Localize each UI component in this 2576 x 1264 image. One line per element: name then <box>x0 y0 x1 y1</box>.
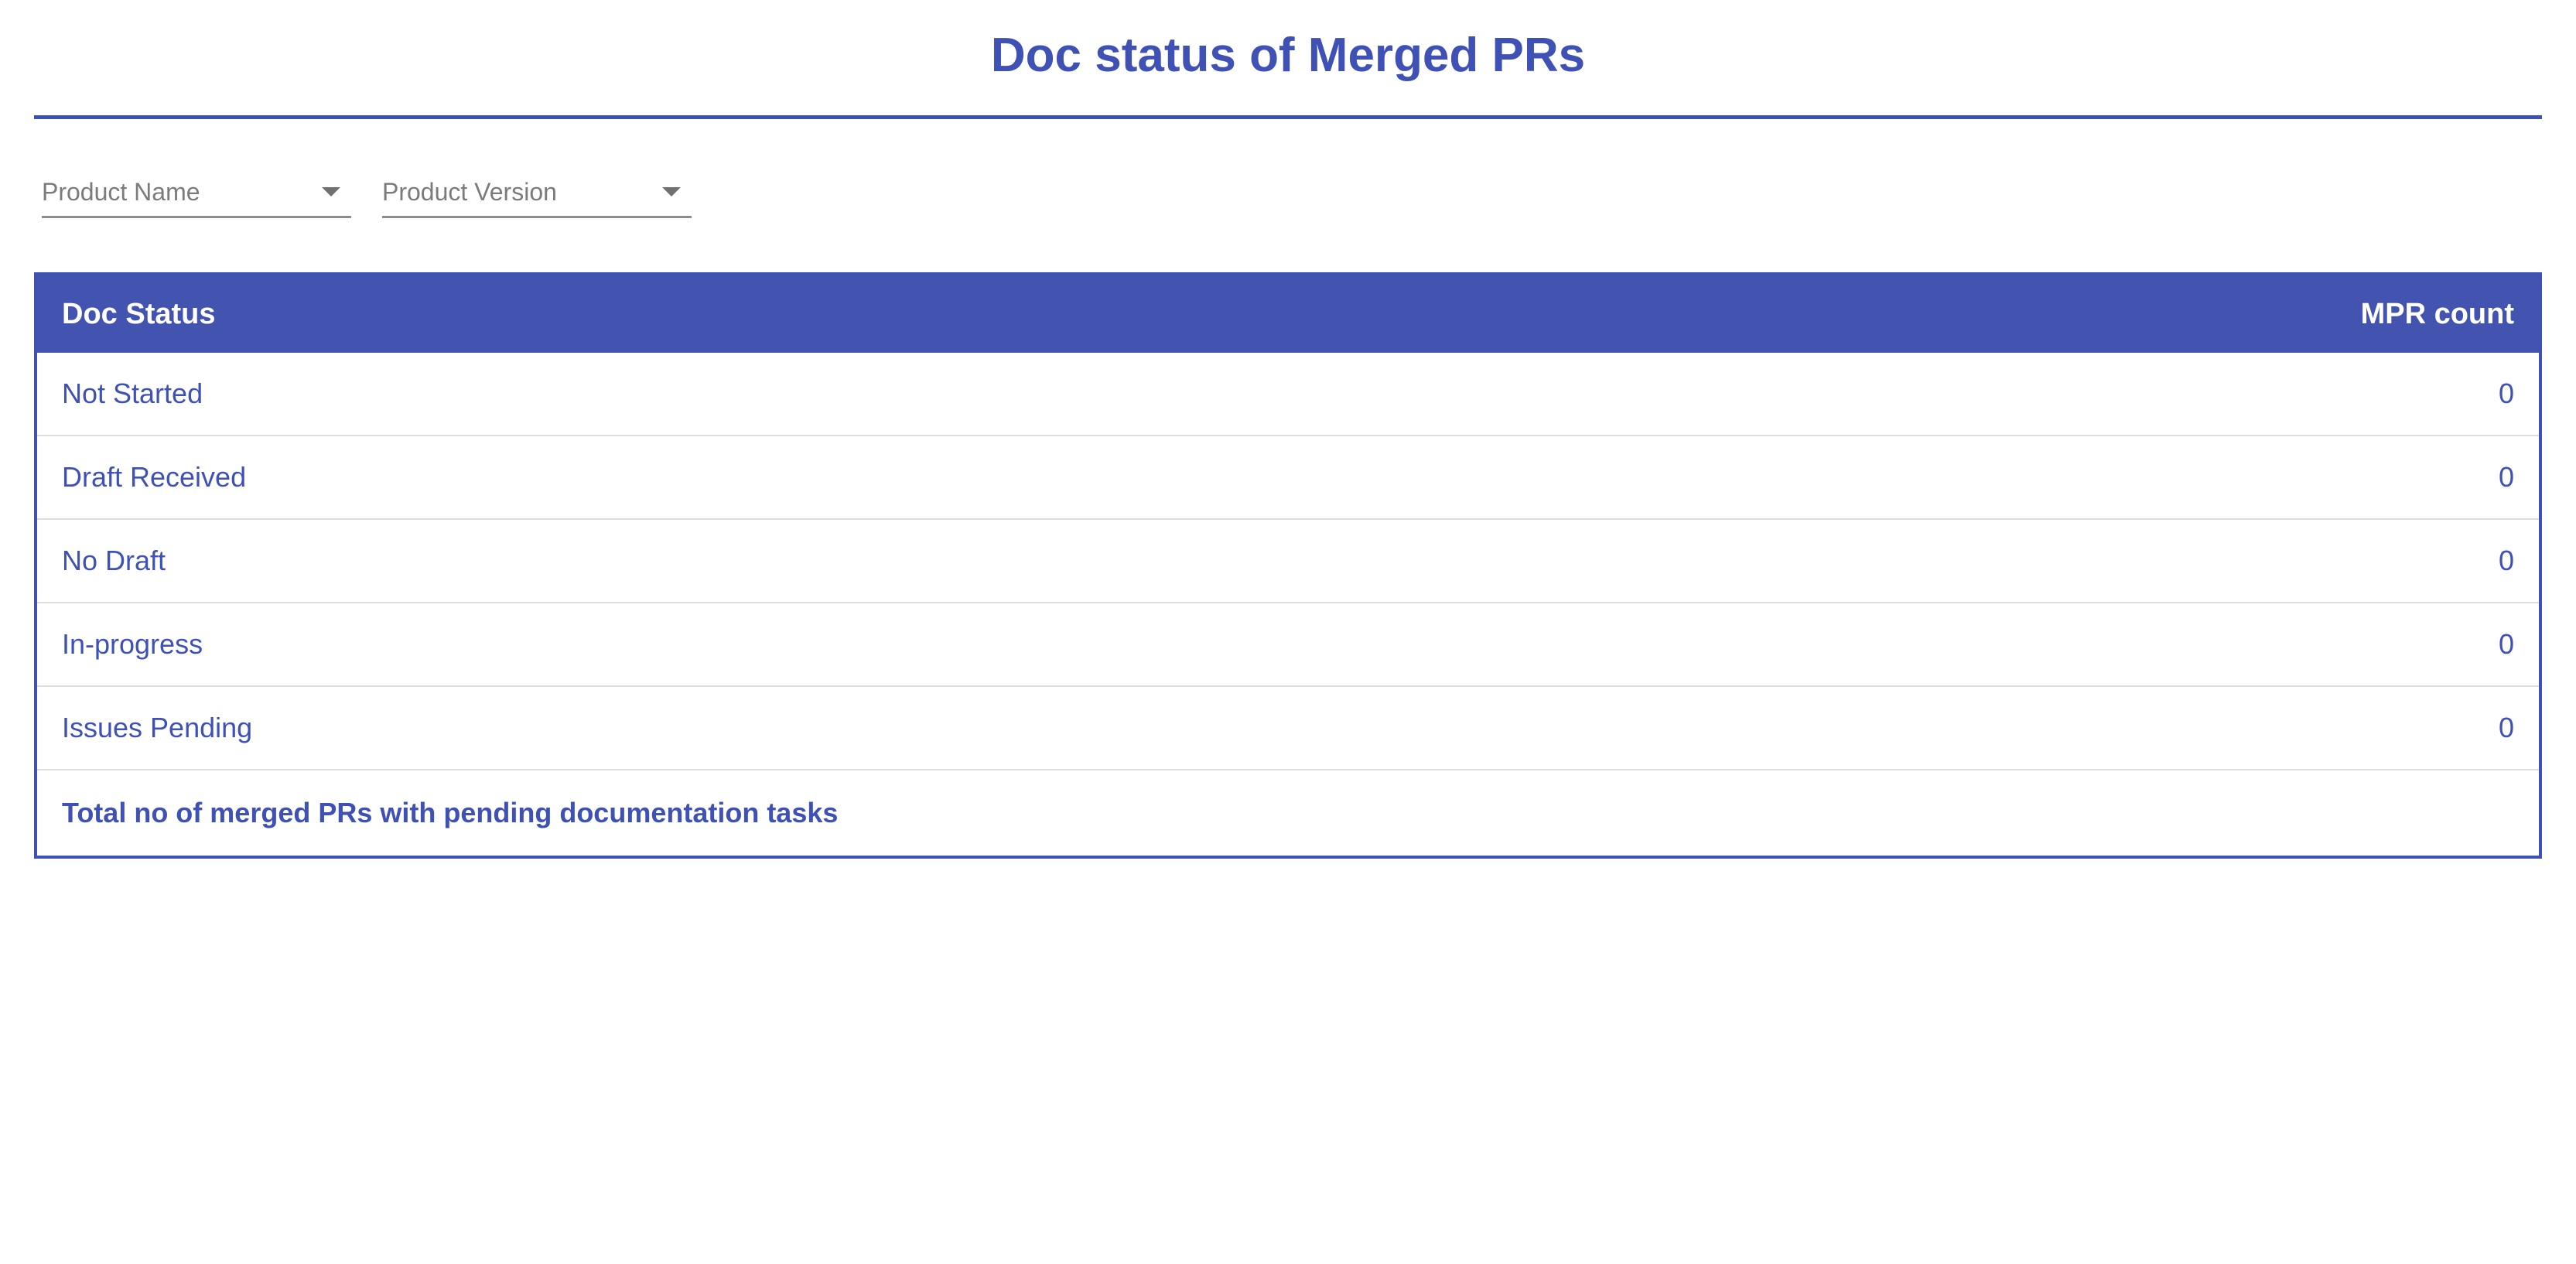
doc-status-cell: Draft Received <box>62 461 247 493</box>
doc-status-cell: Not Started <box>62 377 203 409</box>
page-header: Doc status of Merged PRs <box>34 0 2542 119</box>
table-row[interactable]: Issues Pending 0 <box>37 687 2539 770</box>
chevron-down-icon <box>662 187 681 196</box>
table-footer-total-row: Total no of merged PRs with pending docu… <box>37 770 2539 856</box>
mpr-count-cell: 0 <box>2498 377 2514 409</box>
mpr-count-cell: 0 <box>2498 712 2514 743</box>
product-name-select[interactable]: Product Name <box>42 166 351 218</box>
column-header-doc-status: Doc Status <box>62 297 216 330</box>
doc-status-table: Doc Status MPR count Not Started 0 Draft… <box>34 272 2542 859</box>
doc-status-cell: No Draft <box>62 545 166 576</box>
doc-status-cell: Issues Pending <box>62 712 253 743</box>
report-page: Doc status of Merged PRs Product Name Pr… <box>34 0 2542 1264</box>
table-row[interactable]: Not Started 0 <box>37 353 2539 436</box>
mpr-count-cell: 0 <box>2498 628 2514 660</box>
filter-bar: Product Name Product Version <box>42 166 692 218</box>
column-header-mpr-count: MPR count <box>2360 297 2514 330</box>
product-version-label: Product Version <box>382 178 557 206</box>
product-version-select[interactable]: Product Version <box>382 166 692 218</box>
table-row[interactable]: In-progress 0 <box>37 603 2539 687</box>
mpr-count-cell: 0 <box>2498 461 2514 493</box>
table-row[interactable]: No Draft 0 <box>37 520 2539 603</box>
table-row[interactable]: Draft Received 0 <box>37 436 2539 520</box>
mpr-count-cell: 0 <box>2498 545 2514 576</box>
product-name-label: Product Name <box>42 178 200 206</box>
table-footer-text: Total no of merged PRs with pending docu… <box>62 797 839 828</box>
chevron-down-icon <box>322 187 340 196</box>
doc-status-cell: In-progress <box>62 628 203 660</box>
table-header-row: Doc Status MPR count <box>37 275 2539 353</box>
page-title: Doc status of Merged PRs <box>990 29 1586 82</box>
